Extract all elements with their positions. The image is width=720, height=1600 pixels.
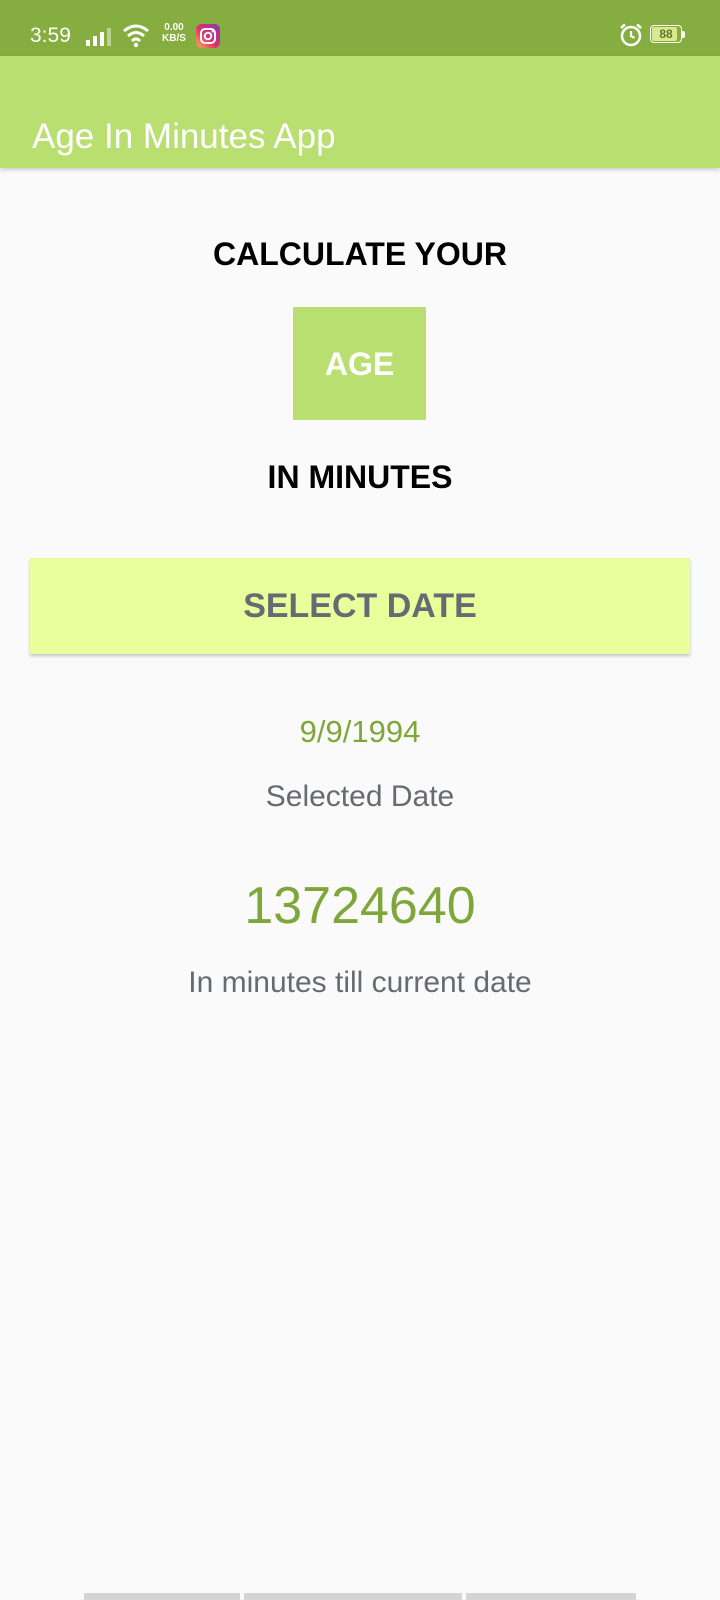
age-badge: AGE [293, 307, 426, 420]
select-date-button[interactable]: SELECT DATE [30, 558, 690, 654]
status-time: 3:59 [30, 24, 71, 47]
heading-in-minutes: IN MINUTES [267, 459, 453, 495]
status-bar: 3:59 0.00 KB/S 88 [0, 0, 720, 56]
gesture-handle-right[interactable] [466, 1593, 636, 1600]
alarm-icon [618, 22, 644, 48]
battery-tip [682, 31, 685, 38]
instagram-icon [196, 24, 220, 48]
gesture-handle-left[interactable] [84, 1593, 240, 1600]
age-in-minutes-label: In minutes till current date [188, 966, 532, 999]
wifi-icon [122, 22, 150, 48]
gesture-nav-bar[interactable] [84, 1593, 636, 1600]
gesture-handle-center[interactable] [244, 1593, 462, 1600]
net-speed-indicator: 0.00 KB/S [158, 22, 190, 44]
age-label: AGE [324, 346, 395, 382]
app-title: Age In Minutes App [32, 117, 336, 157]
signal-icon [86, 28, 114, 46]
net-speed-value: 0.00 [164, 22, 184, 33]
selected-date-value: 9/9/1994 [299, 714, 421, 749]
selected-date-label: Selected Date [265, 780, 455, 813]
heading-calculate-your: CALCULATE YOUR [213, 236, 507, 272]
age-in-minutes-value: 13724640 [244, 877, 476, 935]
net-speed-unit: KB/S [162, 33, 186, 44]
battery-icon: 88 [650, 25, 686, 45]
app-bar: Age In Minutes App [0, 56, 720, 168]
battery-level: 88 [659, 27, 673, 41]
